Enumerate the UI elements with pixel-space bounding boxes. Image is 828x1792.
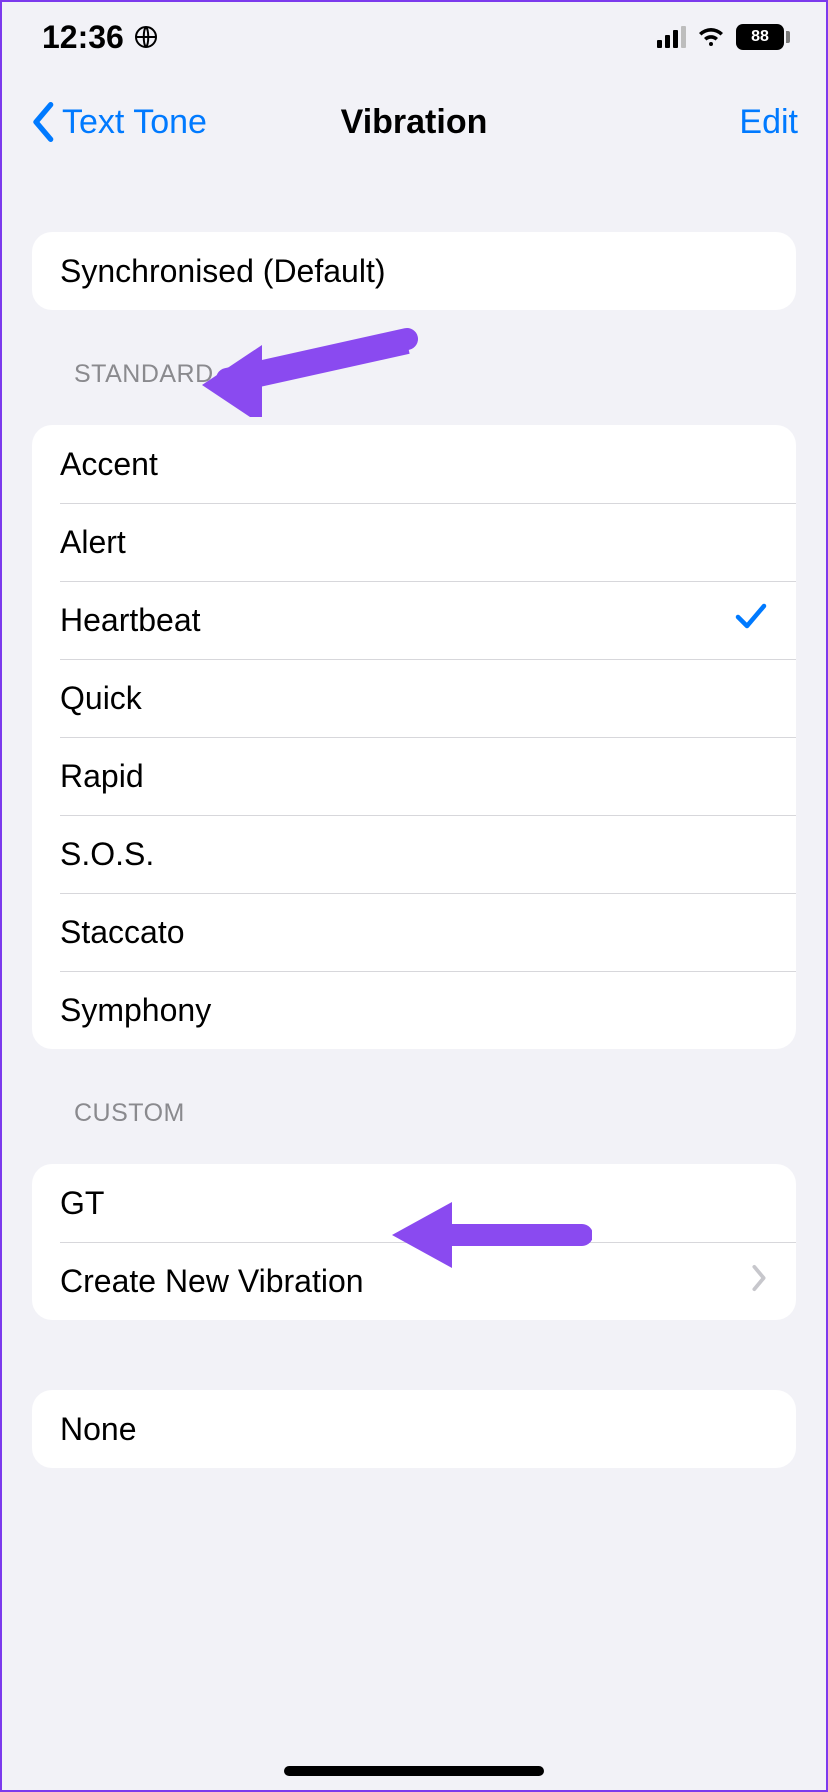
home-indicator [284, 1766, 544, 1776]
chevron-left-icon [30, 102, 58, 142]
row-standard-heartbeat[interactable]: Heartbeat [32, 581, 796, 659]
row-create-new-vibration[interactable]: Create New Vibration [32, 1242, 796, 1320]
row-label: Create New Vibration [60, 1263, 364, 1300]
row-label: Heartbeat [60, 602, 201, 639]
status-left: 12:36 [42, 19, 158, 56]
row-standard-s-o-s-[interactable]: S.O.S. [32, 815, 796, 893]
battery-pct: 88 [751, 28, 769, 46]
checkmark-icon [734, 599, 768, 641]
status-bar: 12:36 88 [2, 2, 826, 72]
standard-group: Accent Alert Heartbeat Quick Rapid S.O.S. Stac… [32, 425, 796, 1049]
wifi-icon [696, 26, 726, 48]
row-standard-quick[interactable]: Quick [32, 659, 796, 737]
section-header-standard: STANDARD [32, 310, 796, 401]
row-label: Synchronised (Default) [60, 253, 385, 290]
back-button[interactable]: Text Tone [30, 102, 207, 142]
status-right: 88 [657, 24, 790, 50]
cellular-signal-icon [657, 26, 686, 48]
nav-bar: Text Tone Vibration Edit [2, 72, 826, 172]
row-standard-accent[interactable]: Accent [32, 425, 796, 503]
row-label: Rapid [60, 758, 144, 795]
section-header-custom: CUSTOM [32, 1049, 796, 1140]
row-standard-alert[interactable]: Alert [32, 503, 796, 581]
row-label: Staccato [60, 914, 185, 951]
row-standard-symphony[interactable]: Symphony [32, 971, 796, 1049]
row-none[interactable]: None [32, 1390, 796, 1468]
row-label: None [60, 1411, 137, 1448]
globe-icon [134, 25, 158, 49]
content: Synchronised (Default) STANDARD Accent Al… [2, 232, 826, 1468]
row-label: Symphony [60, 992, 211, 1029]
custom-group: GT Create New Vibration [32, 1164, 796, 1320]
chevron-right-icon [750, 1263, 768, 1300]
row-standard-staccato[interactable]: Staccato [32, 893, 796, 971]
row-custom-gt[interactable]: GT [32, 1164, 796, 1242]
row-synchronised-default[interactable]: Synchronised (Default) [32, 232, 796, 310]
row-label: Quick [60, 680, 142, 717]
row-label: Accent [60, 446, 158, 483]
row-standard-rapid[interactable]: Rapid [32, 737, 796, 815]
status-time: 12:36 [42, 19, 124, 56]
default-group: Synchronised (Default) [32, 232, 796, 310]
row-label: S.O.S. [60, 836, 154, 873]
row-label: Alert [60, 524, 126, 561]
edit-button[interactable]: Edit [739, 103, 798, 142]
battery-icon: 88 [736, 24, 790, 50]
row-label: GT [60, 1185, 104, 1222]
none-group: None [32, 1390, 796, 1468]
back-label: Text Tone [62, 103, 207, 142]
